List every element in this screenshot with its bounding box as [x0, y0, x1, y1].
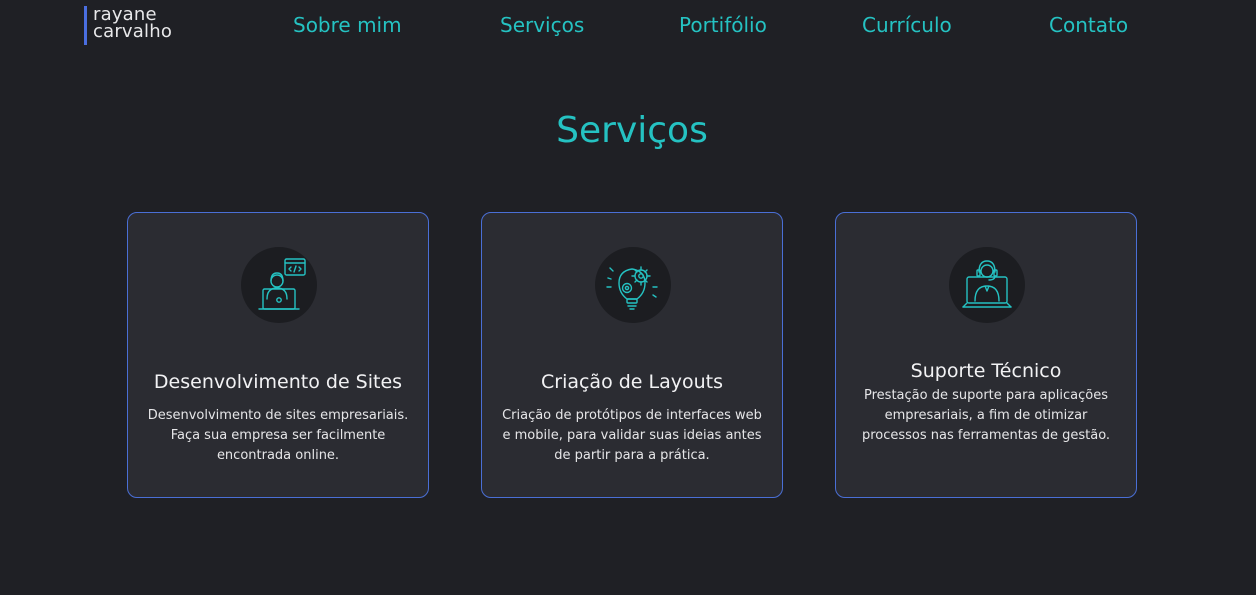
web-developer-icon	[241, 247, 317, 323]
service-card-description: Criação de protótipos de interfaces web …	[502, 408, 762, 463]
logo-line-last-name: carvalho	[93, 21, 173, 42]
service-card-title: Criação de Layouts	[540, 371, 724, 393]
nav-link-servicos[interactable]: Serviços	[500, 13, 584, 37]
nav-link-portifolio[interactable]: Portifólio	[679, 13, 767, 37]
service-card-layout-creation: Criação de Layouts Criação de protótipos…	[481, 212, 783, 498]
service-card-description: Desenvolvimento de sites empresariais. F…	[147, 408, 409, 463]
nav-link-sobre-mim[interactable]: Sobre mim	[293, 13, 402, 37]
tech-support-icon	[949, 247, 1025, 323]
site-logo[interactable]: rayane carvalho	[84, 6, 172, 45]
service-card-web-development: Desenvolvimento de Sites Desenvolvimento…	[127, 212, 429, 498]
nav-link-curriculo[interactable]: Currículo	[862, 13, 952, 37]
service-card-technical-support: Suporte Técnico Prestação de suporte par…	[835, 212, 1137, 498]
top-navigation-bar: rayane carvalho Sobre mim Serviços Porti…	[0, 0, 1256, 52]
services-section-title: Serviços	[556, 110, 708, 151]
service-card-title: Suporte Técnico	[910, 360, 1062, 382]
service-card-title: Desenvolvimento de Sites	[153, 371, 403, 393]
nav-link-contato[interactable]: Contato	[1049, 13, 1128, 37]
lightbulb-gear-icon	[595, 247, 671, 323]
service-card-description: Prestação de suporte para aplicações emp…	[861, 388, 1111, 443]
